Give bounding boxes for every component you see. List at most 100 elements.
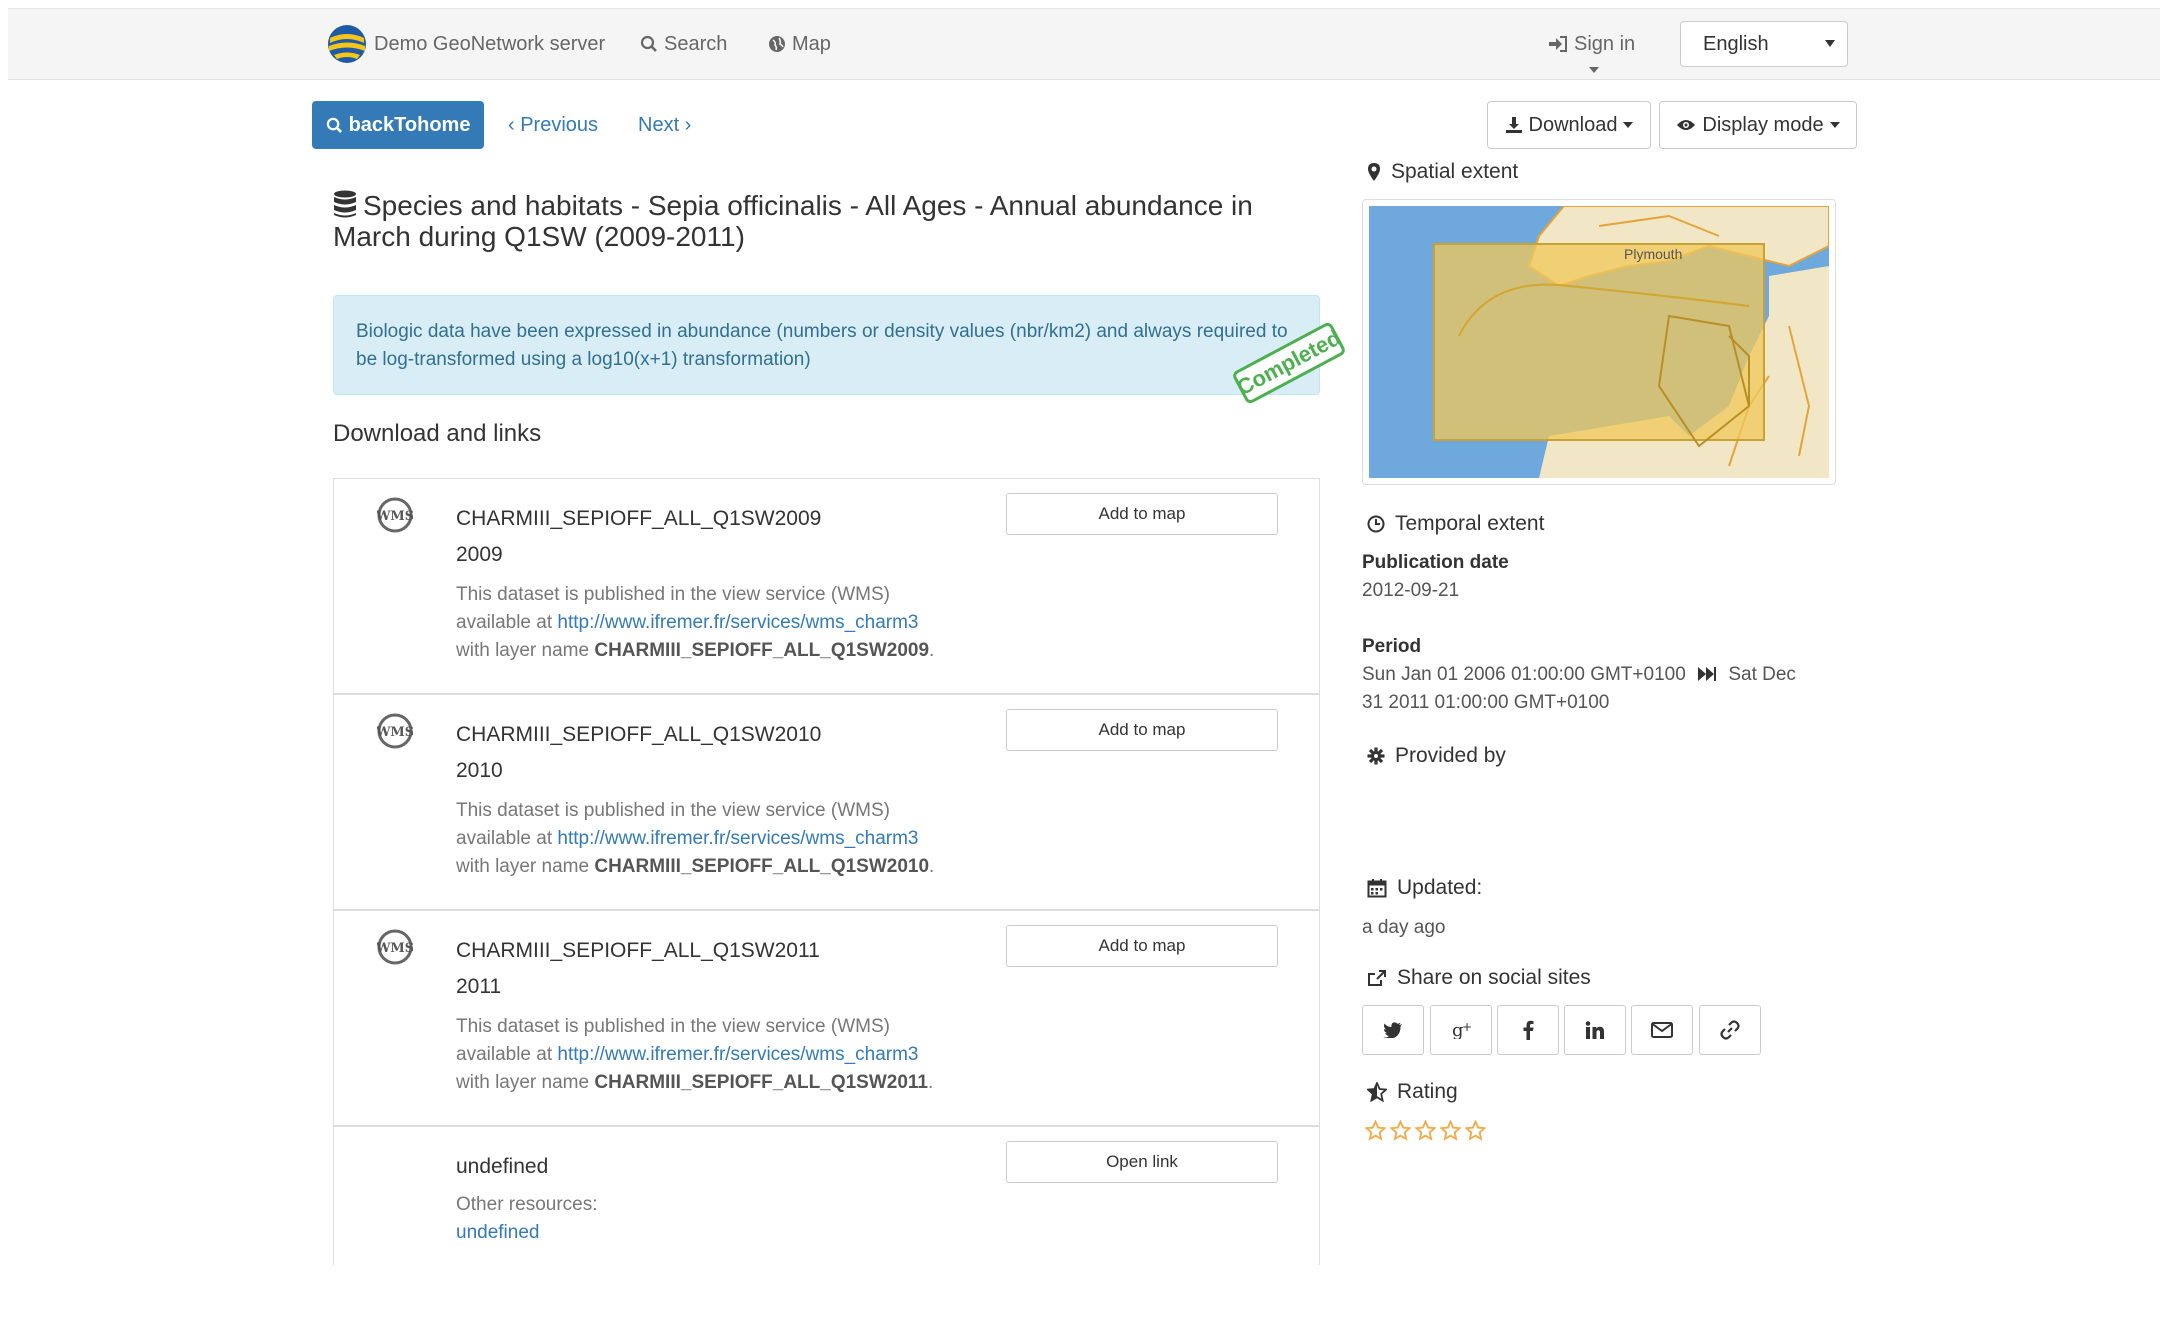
svg-text:WMS: WMS [377, 725, 413, 740]
desc-suffix: . [928, 1072, 934, 1093]
desc-line: This dataset is published in the view se… [456, 584, 890, 605]
add-to-map-button[interactable]: Add to map [1006, 493, 1278, 535]
share-facebook-button[interactable] [1497, 1005, 1559, 1055]
provided-by-label: Provided by [1395, 744, 1506, 767]
next-link[interactable]: Next › [638, 101, 691, 149]
star-half-icon [1367, 1082, 1387, 1102]
map-marker-icon [1368, 163, 1380, 181]
display-mode-label: Display mode [1702, 113, 1824, 136]
rating-heading: Rating [1367, 1080, 1458, 1104]
link-year: 2009 [456, 543, 503, 566]
download-button[interactable]: Download [1487, 101, 1651, 149]
download-icon [1505, 117, 1522, 133]
spatial-extent-map[interactable]: Plymouth [1362, 199, 1836, 485]
list-item: WMS CHARMIII_SEPIOFF_ALL_Q1SW2010 2010 T… [334, 695, 1319, 911]
layer-name: CHARMIII_SEPIOFF_ALL_Q1SW2010 [594, 856, 930, 877]
period-value: Sun Jan 01 2006 01:00:00 GMT+0100 Sat De… [1362, 661, 1796, 717]
eye-icon [1677, 120, 1696, 130]
temporal-extent-heading: Temporal extent [1367, 512, 1544, 536]
period-end-cont: 31 2011 01:00:00 GMT+0100 [1362, 692, 1610, 713]
star-icon[interactable] [1415, 1120, 1436, 1141]
google-plus-icon: g+ [1452, 1021, 1472, 1039]
share-linkedin-button[interactable] [1564, 1005, 1626, 1055]
previous-label: ‹ Previous [508, 113, 599, 136]
abstract-text: Biologic data have been expressed in abu… [356, 321, 1288, 370]
star-icon[interactable] [1440, 1120, 1461, 1141]
previous-link[interactable]: ‹ Previous [508, 101, 598, 149]
download-links-heading: Download and links [333, 420, 542, 447]
share-twitter-button[interactable] [1362, 1005, 1424, 1055]
star-icon[interactable] [1365, 1120, 1386, 1141]
link-name: CHARMIII_SEPIOFF_ALL_Q1SW2009 [456, 507, 822, 530]
open-link-button[interactable]: Open link [1006, 1141, 1278, 1183]
period-label: Period [1362, 636, 1422, 657]
nav-search[interactable]: Search [640, 9, 727, 79]
add-to-map-button[interactable]: Add to map [1006, 925, 1278, 967]
rating-label: Rating [1397, 1080, 1458, 1103]
clock-icon [1367, 515, 1385, 533]
layer-name: CHARMIII_SEPIOFF_ALL_Q1SW2011 [594, 1072, 928, 1093]
share-permalink-button[interactable] [1699, 1005, 1761, 1055]
layer-name: CHARMIII_SEPIOFF_ALL_Q1SW2009 [594, 640, 930, 661]
publication-date-value: 2012-09-21 [1362, 580, 1460, 601]
updated-value: a day ago [1362, 917, 1446, 938]
brand-link[interactable]: Demo GeoNetwork server [326, 9, 605, 79]
share-label: Share on social sites [1397, 966, 1591, 989]
next-label: Next › [638, 113, 692, 136]
share-google-plus-button[interactable]: g + [1430, 1005, 1492, 1055]
desc-prefix: available at [456, 1044, 558, 1065]
database-icon [334, 190, 356, 218]
desc-line: Other resources: [456, 1194, 598, 1215]
link-name: undefined [456, 1155, 549, 1178]
share-email-button[interactable] [1631, 1005, 1693, 1055]
link-icon [1720, 1020, 1740, 1040]
service-url-link[interactable]: http://www.ifremer.fr/services/wms_charm… [557, 612, 918, 633]
desc-prefix: with layer name [456, 1072, 595, 1093]
add-to-map-button[interactable]: Add to map [1006, 709, 1278, 751]
nav-map-label: Map [792, 32, 831, 55]
service-url-link[interactable]: http://www.ifremer.fr/services/wms_charm… [557, 828, 918, 849]
globe-icon [769, 36, 785, 52]
desc-line: This dataset is published in the view se… [456, 1016, 890, 1037]
facebook-icon [1523, 1020, 1534, 1040]
list-item: undefined Other resources: undefined Ope… [334, 1127, 1319, 1343]
link-year: 2010 [456, 759, 503, 782]
back-to-home-button[interactable]: backTohome [312, 101, 484, 149]
record-title: Species and habitats - Sepia officinalis… [333, 190, 1293, 252]
list-item: WMS CHARMIII_SEPIOFF_ALL_Q1SW2011 2011 T… [334, 911, 1319, 1127]
record-title-text: Species and habitats - Sepia officinalis… [333, 190, 1253, 252]
language-value: English [1703, 32, 1769, 55]
chevron-down-icon [1623, 122, 1634, 128]
desc-suffix: . [929, 640, 935, 661]
desc-prefix: available at [456, 612, 558, 633]
desc-prefix: available at [456, 828, 558, 849]
period-end: Sat Dec [1728, 664, 1796, 685]
map-city-label: Plymouth [1624, 246, 1682, 262]
link-name: CHARMIII_SEPIOFF_ALL_Q1SW2011 [456, 939, 820, 962]
link-name: CHARMIII_SEPIOFF_ALL_Q1SW2010 [456, 723, 822, 746]
svg-text:WMS: WMS [377, 941, 413, 956]
star-icon[interactable] [1390, 1120, 1411, 1141]
nav-map[interactable]: Map [768, 9, 831, 79]
provided-by-heading: Provided by [1367, 744, 1506, 768]
rating-stars[interactable] [1365, 1120, 1486, 1141]
link-description: Other resources: undefined [456, 1191, 598, 1247]
abstract-alert: Biologic data have been expressed in abu… [333, 295, 1320, 395]
temporal-extent-label: Temporal extent [1395, 512, 1545, 535]
star-icon[interactable] [1465, 1120, 1486, 1141]
download-label: Download [1528, 113, 1618, 136]
spatial-extent-label: Spatial extent [1391, 160, 1519, 183]
share-heading: Share on social sites [1367, 966, 1591, 990]
other-resource-link[interactable]: undefined [456, 1222, 539, 1243]
display-mode-button[interactable]: Display mode [1659, 101, 1857, 149]
service-url-link[interactable]: http://www.ifremer.fr/services/wms_charm… [557, 1044, 918, 1065]
calendar-icon [1367, 879, 1387, 898]
updated-label: Updated: [1397, 876, 1483, 899]
twitter-icon [1383, 1022, 1402, 1038]
period-start: Sun Jan 01 2006 01:00:00 GMT+0100 [1362, 664, 1686, 685]
fast-forward-icon [1698, 667, 1717, 681]
language-select[interactable]: English [1680, 21, 1848, 67]
link-year: 2011 [456, 975, 502, 998]
brand-name: Demo GeoNetwork server [374, 32, 606, 55]
desc-suffix: . [929, 856, 935, 877]
